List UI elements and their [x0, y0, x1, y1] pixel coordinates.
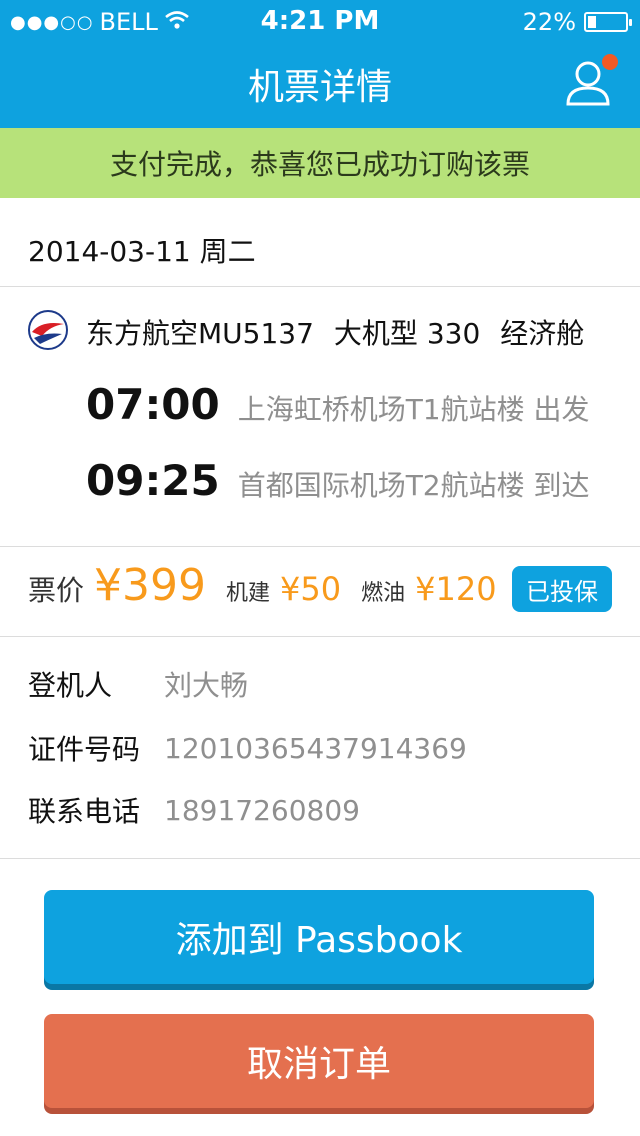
flight-date: 2014-03-11 周二: [28, 235, 256, 268]
passenger-name: 刘大畅: [164, 669, 249, 702]
cabin-class: 经济舱: [500, 317, 585, 350]
arrival-airport: 首都国际机场T2航站楼 到达: [237, 469, 590, 502]
arrival-time: 09:25: [86, 456, 220, 505]
id-number: 12010365437914369: [164, 731, 467, 765]
user-profile-button[interactable]: [562, 54, 618, 108]
airport-fee: ¥50: [280, 570, 342, 608]
cancel-order-button[interactable]: 取消订单: [44, 1014, 594, 1108]
id-number-label: 证件号码: [28, 733, 141, 766]
airline-logo-icon: [28, 310, 68, 350]
phone-row: 联系电话 18917260809: [28, 790, 360, 830]
departure-segment: 07:00 上海虹桥机场T1航站楼 出发: [86, 380, 590, 429]
battery-percent: 22%: [522, 8, 576, 36]
arrival-segment: 09:25 首都国际机场T2航站楼 到达: [86, 456, 590, 505]
divider: [0, 546, 640, 547]
flight-summary: 东方航空MU5137 大机型 330 经济舱: [86, 312, 584, 352]
divider: [0, 286, 640, 287]
status-bar: ●●●○○ BELL 4:21 PM 22%: [0, 0, 640, 44]
id-number-row: 证件号码 12010365437914369: [28, 728, 467, 768]
passenger-name-label: 登机人: [28, 669, 113, 702]
insured-badge[interactable]: 已投保: [512, 566, 612, 612]
notification-badge: [602, 54, 618, 70]
ticket-price: ¥399: [94, 560, 206, 611]
airport-fee-label: 机建: [226, 581, 271, 606]
ticket-price-label: 票价: [28, 574, 85, 607]
header-bar: ●●●○○ BELL 4:21 PM 22% 机票详情: [0, 0, 640, 128]
battery-area: 22%: [522, 8, 632, 36]
add-to-passbook-button[interactable]: 添加到 Passbook: [44, 890, 594, 984]
passenger-name-row: 登机人 刘大畅: [28, 664, 248, 704]
phone-label: 联系电话: [28, 795, 141, 828]
page-title: 机票详情: [247, 67, 392, 108]
fuel-fee: ¥120: [415, 570, 497, 608]
departure-time: 07:00: [86, 380, 220, 429]
airline-flight: 东方航空MU5137: [86, 317, 314, 350]
fuel-fee-label: 燃油: [361, 581, 406, 606]
battery-fill: [588, 16, 596, 28]
divider: [0, 858, 640, 859]
departure-airport: 上海虹桥机场T1航站楼 出发: [237, 393, 590, 426]
aircraft-type: 大机型 330: [333, 317, 481, 350]
success-banner: 支付完成，恭喜您已成功订购该票: [0, 128, 640, 198]
battery-icon: [584, 12, 632, 32]
phone-number: 18917260809: [164, 793, 360, 827]
divider: [0, 636, 640, 637]
